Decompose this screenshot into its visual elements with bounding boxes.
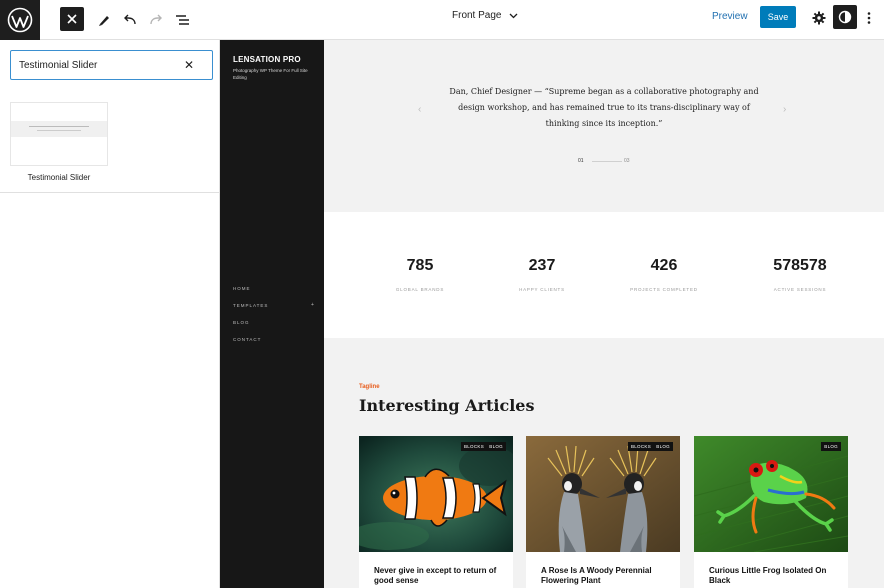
pattern-label[interactable]: Testimonial Slider	[10, 173, 108, 182]
editor-header: Front Page Preview Save	[0, 0, 884, 40]
category-badge[interactable]: BLOG	[653, 442, 673, 451]
category-badge[interactable]: BLOG	[486, 442, 506, 451]
document-title-dropdown[interactable]: Front Page	[452, 10, 518, 21]
redo-icon[interactable]	[144, 8, 168, 32]
stat-value: 785	[406, 257, 434, 274]
testimonial-quote: Dan, Chief Designer — “Supreme began as …	[449, 87, 759, 128]
stat-label: HAPPY CLIENTS	[519, 287, 565, 292]
more-options-icon[interactable]	[862, 7, 876, 29]
wordpress-logo-icon[interactable]	[0, 0, 40, 40]
styles-half-circle-icon[interactable]	[833, 5, 857, 29]
stat-value: 426	[650, 257, 678, 274]
slider-total-pages: 03	[624, 158, 630, 164]
stat-label: ACTIVE SESSIONS	[773, 287, 827, 292]
article-title[interactable]: A Rose Is A Woody Perennial Flowering Pl…	[541, 566, 666, 586]
article-card[interactable]: BLOCKS BLOG Never give in except to retu…	[359, 436, 513, 588]
stats-section: 785 GLOBAL BRANDS 237 HAPPY CLIENTS 426 …	[324, 212, 884, 338]
article-card[interactable]: BLOG Curious Little Frog Isolated On Bla…	[694, 436, 848, 588]
close-inserter-button[interactable]	[60, 7, 84, 31]
nav-item-blog[interactable]: BLOG	[233, 320, 250, 325]
section-title: Interesting Articles	[359, 396, 535, 415]
article-card[interactable]: BLOCKS BLOG A Rose Is A Woody Perennial …	[526, 436, 680, 588]
inserter-search[interactable]: ✕	[10, 50, 213, 80]
editor-canvas[interactable]: LENSATION PRO Photography WP Theme For F…	[220, 40, 884, 588]
stat-label: GLOBAL BRANDS	[395, 287, 445, 292]
nav-item-templates[interactable]: TEMPLATES	[233, 303, 268, 308]
article-title[interactable]: Curious Little Frog Isolated On Black	[709, 566, 834, 586]
document-title: Front Page	[452, 10, 502, 21]
nav-item-contact[interactable]: CONTACT	[233, 337, 261, 342]
site-title[interactable]: LENSATION PRO	[233, 55, 301, 64]
article-image-tree-frog[interactable]: BLOG	[694, 436, 848, 552]
slider-progress-line	[592, 161, 622, 162]
panel-divider	[0, 192, 219, 193]
article-title[interactable]: Never give in except to return of good s…	[374, 566, 499, 586]
pattern-preview-band	[11, 121, 107, 137]
undo-icon[interactable]	[118, 8, 142, 32]
save-button[interactable]: Save	[760, 6, 796, 28]
stat-value: 578578	[773, 257, 827, 274]
category-badge[interactable]: BLOCKS	[627, 442, 654, 451]
slider-prev-arrow-icon[interactable]: ‹	[418, 104, 421, 115]
article-image-crowned-cranes[interactable]: BLOCKS BLOG	[526, 436, 680, 552]
block-inserter-panel: ✕ Testimonial Slider	[0, 40, 220, 588]
slider-next-arrow-icon[interactable]: ›	[783, 104, 786, 115]
slider-current-page: 01	[578, 158, 584, 164]
site-sidebar: LENSATION PRO Photography WP Theme For F…	[220, 40, 324, 588]
stat-label: PROJECTS COMPLETED	[630, 287, 698, 292]
clear-search-icon[interactable]: ✕	[184, 58, 194, 72]
site-tagline: Photography WP Theme For Full Site Editi…	[233, 68, 308, 80]
pattern-preview-line	[37, 130, 81, 131]
nav-item-home[interactable]: HOME	[233, 286, 251, 291]
pencil-tools-icon[interactable]	[92, 8, 116, 32]
list-view-icon[interactable]	[171, 8, 195, 32]
articles-section: Tagline Interesting Articles BLOCKS BLOG…	[324, 338, 884, 588]
stat-value: 237	[528, 257, 556, 274]
preview-button[interactable]: Preview	[712, 11, 748, 22]
submenu-plus-icon[interactable]: +	[311, 302, 314, 308]
category-badge[interactable]: BLOCKS	[460, 442, 487, 451]
page-content: ‹ Dan, Chief Designer — “Supreme began a…	[324, 40, 884, 588]
category-badge[interactable]: BLOG	[821, 442, 841, 451]
section-tagline: Tagline	[359, 384, 380, 390]
pattern-preview-line	[29, 126, 89, 127]
pattern-preview-testimonial-slider[interactable]	[10, 102, 108, 166]
article-image-clownfish[interactable]: BLOCKS BLOG	[359, 436, 513, 552]
search-input[interactable]	[19, 57, 179, 73]
chevron-down-icon	[510, 13, 518, 18]
settings-gear-icon[interactable]	[808, 7, 830, 29]
testimonial-slider[interactable]: ‹ Dan, Chief Designer — “Supreme began a…	[324, 40, 884, 212]
